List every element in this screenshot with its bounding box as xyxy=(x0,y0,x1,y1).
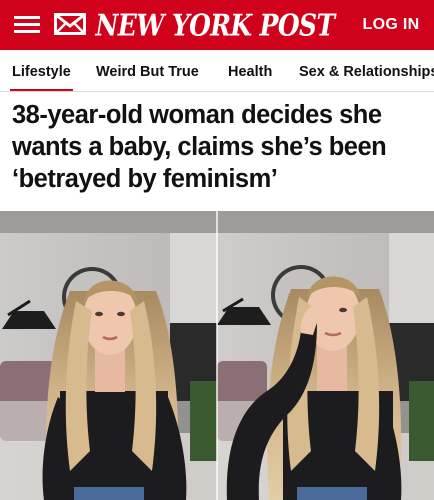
nav-item-health[interactable]: Health xyxy=(228,50,272,91)
article-headline: 38-year-old woman decides she wants a ba… xyxy=(12,101,387,193)
hamburger-menu-icon[interactable] xyxy=(14,14,40,34)
nav-item-lifestyle[interactable]: Lifestyle xyxy=(10,50,73,91)
login-button[interactable]: LOG IN xyxy=(348,0,434,50)
site-logo[interactable]: NEW YORK POST xyxy=(96,7,336,43)
nav-item-sex-relationships[interactable]: Sex & Relationships xyxy=(299,50,434,91)
article-photo-right[interactable] xyxy=(217,211,434,500)
section-nav: Lifestyle Weird But True Health Sex & Re… xyxy=(0,50,434,92)
envelope-icon[interactable] xyxy=(54,13,86,35)
nav-item-weird-but-true[interactable]: Weird But True xyxy=(96,50,199,91)
article-photo-left[interactable] xyxy=(0,211,217,500)
logo-text: NEW YORK POST xyxy=(95,7,336,43)
photo-divider xyxy=(216,211,218,500)
site-header: NEW YORK POST LOG IN xyxy=(0,0,434,50)
